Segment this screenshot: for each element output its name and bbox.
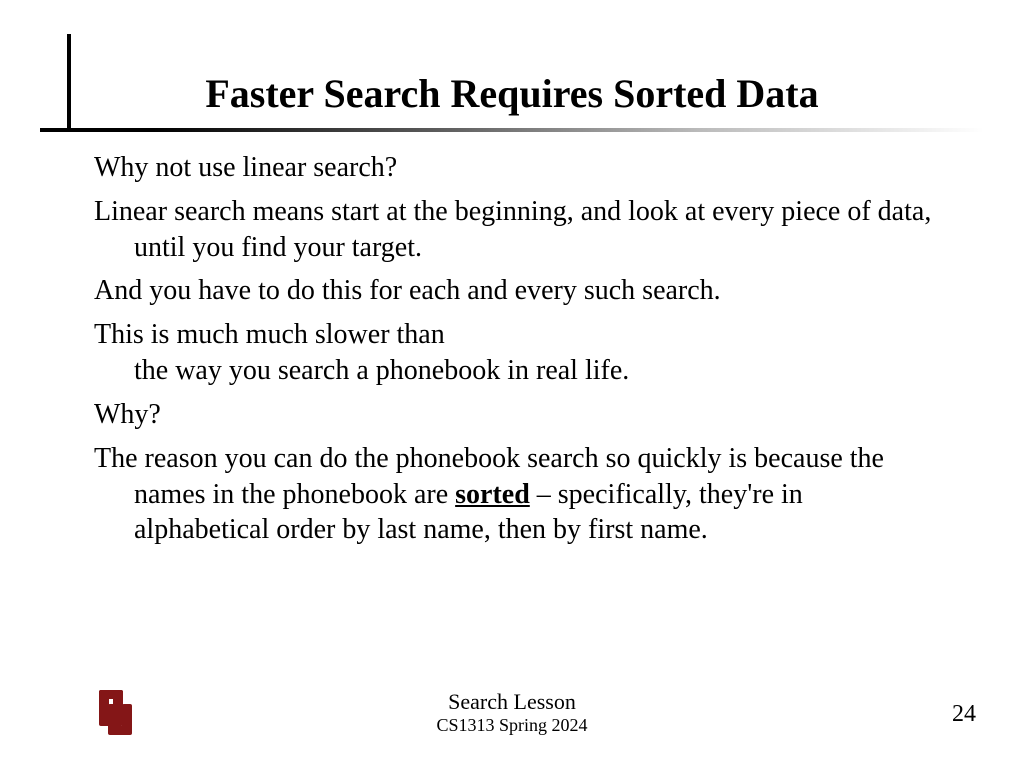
body-text: the way you search a phonebook in real l… [134,355,629,386]
body-paragraph: Why not use linear search? [94,150,934,186]
slide-body: Why not use linear search? Linear search… [94,150,934,556]
body-paragraph: The reason you can do the phonebook sear… [94,441,934,548]
slide-title: Faster Search Requires Sorted Data [0,70,1024,117]
emphasis-sorted: sorted [455,479,530,510]
body-paragraph: Why? [94,397,934,433]
page-number: 24 [952,701,976,728]
footer-lesson-title: Search Lesson [0,689,1024,715]
title-horizontal-rule [40,128,984,132]
body-paragraph: And you have to do this for each and eve… [94,273,934,309]
body-text: This is much much slower than [94,319,445,350]
body-paragraph: This is much much slower than the way you… [94,317,934,389]
footer-course-term: CS1313 Spring 2024 [0,715,1024,736]
footer-center: Search Lesson CS1313 Spring 2024 [0,689,1024,736]
body-paragraph: Linear search means start at the beginni… [94,194,934,266]
slide: Faster Search Requires Sorted Data Why n… [0,0,1024,768]
